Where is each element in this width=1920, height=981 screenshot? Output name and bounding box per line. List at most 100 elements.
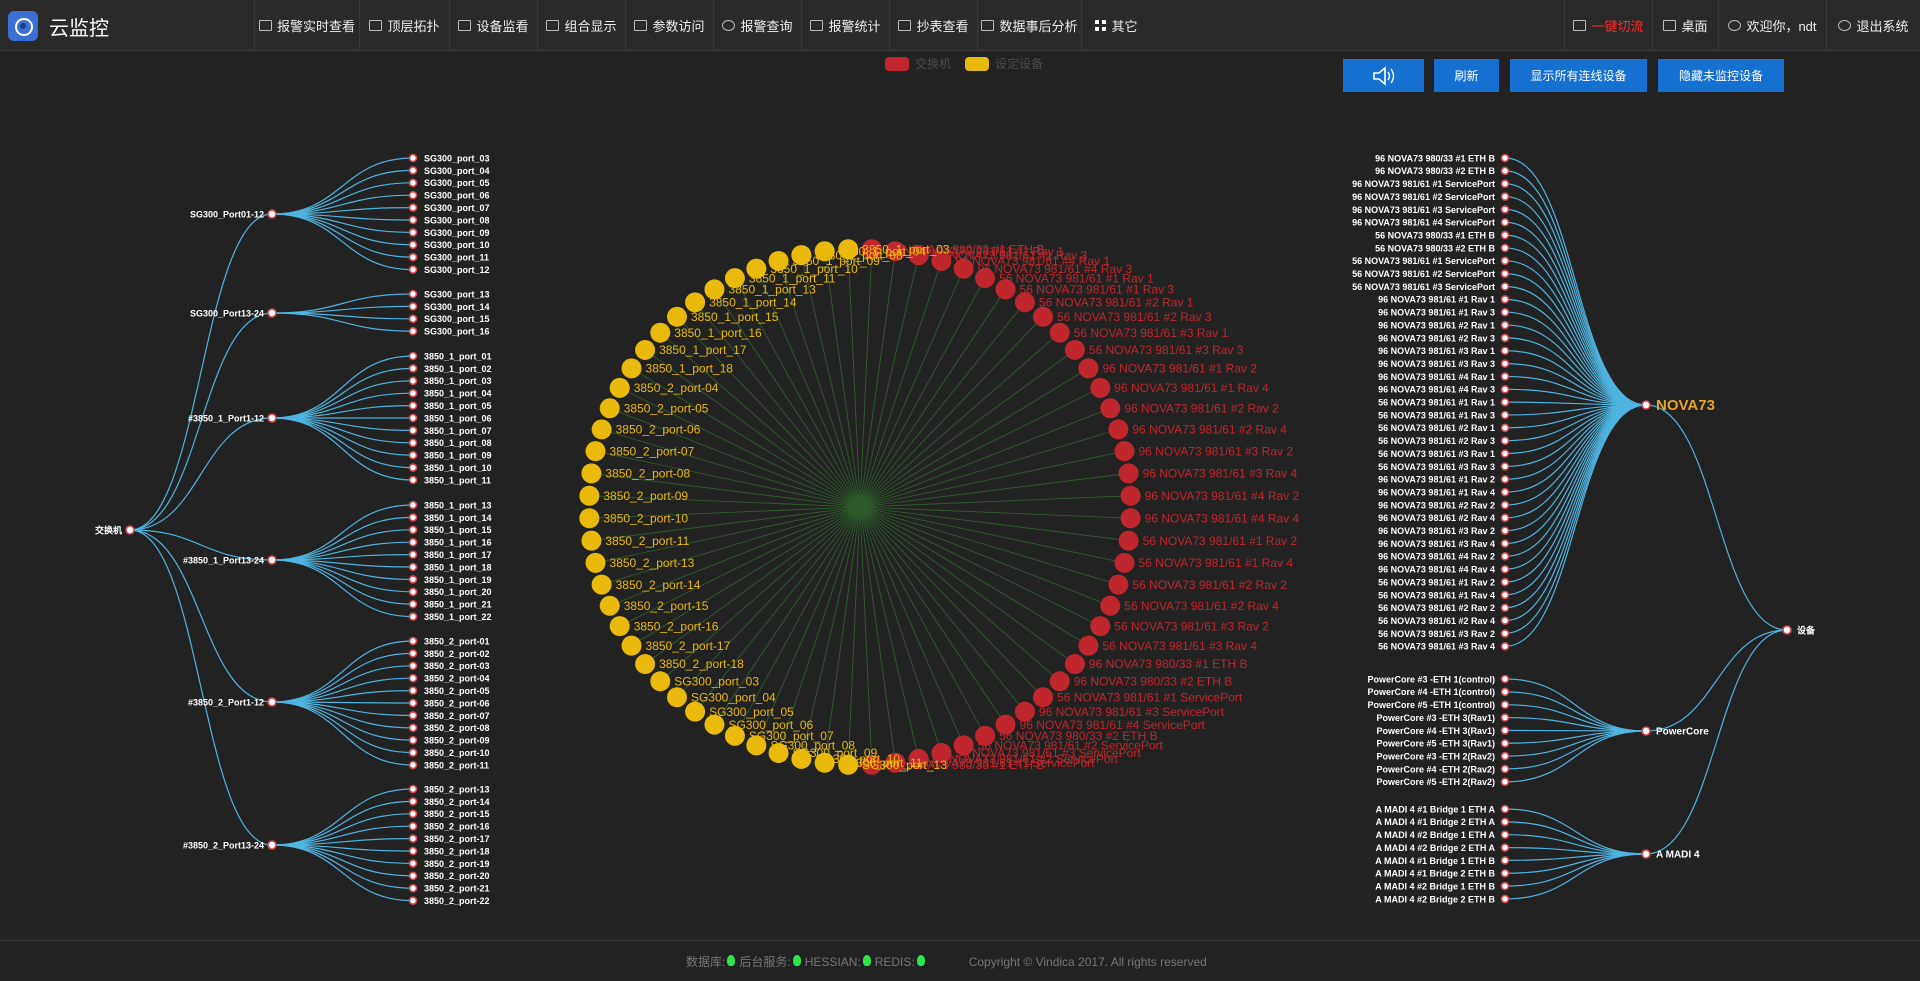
port-node[interactable]: [408, 166, 418, 175]
device-port-node[interactable]: [1500, 153, 1510, 163]
device-node[interactable]: [579, 508, 600, 529]
port-node[interactable]: [408, 599, 418, 609]
device-group-node[interactable]: [1641, 400, 1651, 410]
device-port-node[interactable]: [1500, 764, 1510, 774]
device-port-node[interactable]: [1500, 616, 1510, 625]
device-port-node[interactable]: [1500, 539, 1510, 548]
port-node[interactable]: [408, 203, 418, 212]
device-port-node[interactable]: [1500, 474, 1510, 484]
device-node[interactable]: [814, 241, 835, 262]
device-port-node[interactable]: [1500, 843, 1510, 852]
port-node[interactable]: [408, 575, 418, 584]
device-port-node[interactable]: [1500, 590, 1510, 600]
device-port-node[interactable]: [1500, 894, 1510, 904]
port-node[interactable]: [408, 289, 418, 299]
switch-node[interactable]: [1114, 552, 1135, 573]
port-node[interactable]: [408, 525, 418, 535]
port-node[interactable]: [408, 413, 418, 423]
device-port-node[interactable]: [1500, 881, 1510, 891]
device-node[interactable]: [621, 358, 642, 379]
device-port-node[interactable]: [1500, 603, 1510, 613]
device-port-node[interactable]: [1500, 320, 1510, 330]
switch-node[interactable]: [1114, 441, 1135, 462]
device-port-node[interactable]: [1500, 713, 1510, 722]
device-port-node[interactable]: [1500, 384, 1510, 394]
device-port-node[interactable]: [1500, 410, 1510, 420]
device-port-node[interactable]: [1500, 804, 1510, 814]
port-node[interactable]: [408, 326, 418, 336]
port-node[interactable]: [408, 550, 418, 559]
device-group-node[interactable]: [1641, 849, 1651, 859]
switch-node[interactable]: [1100, 398, 1121, 419]
device-port-node[interactable]: [1500, 526, 1510, 535]
port-node[interactable]: [408, 215, 418, 225]
device-port-node[interactable]: [1500, 462, 1510, 471]
device-port-node[interactable]: [1500, 372, 1510, 381]
port-node[interactable]: [408, 500, 418, 510]
device-port-node[interactable]: [1500, 513, 1510, 523]
device-port-node[interactable]: [1500, 868, 1510, 878]
device-port-node[interactable]: [1500, 295, 1510, 304]
port-node[interactable]: [408, 723, 418, 733]
port-node[interactable]: [408, 809, 418, 819]
switch-node[interactable]: [1049, 322, 1070, 343]
device-node[interactable]: [585, 441, 606, 462]
device-port-node[interactable]: [1500, 856, 1510, 865]
device-node[interactable]: [609, 616, 630, 637]
device-port-node[interactable]: [1500, 674, 1510, 684]
port-node[interactable]: [408, 896, 418, 905]
device-node[interactable]: [621, 635, 642, 656]
device-node[interactable]: [666, 687, 687, 708]
device-port-node[interactable]: [1500, 436, 1510, 446]
port-node[interactable]: [408, 797, 418, 806]
device-port-node[interactable]: [1500, 751, 1510, 761]
switch-node[interactable]: [1033, 306, 1054, 327]
device-port-node[interactable]: [1500, 217, 1510, 227]
group-node[interactable]: [267, 840, 277, 850]
port-node[interactable]: [408, 846, 418, 856]
device-node[interactable]: [704, 279, 725, 300]
port-node[interactable]: [408, 871, 418, 881]
device-port-node[interactable]: [1500, 359, 1510, 368]
device-port-node[interactable]: [1500, 333, 1510, 343]
device-node[interactable]: [650, 671, 671, 692]
root-node-device[interactable]: [1782, 625, 1792, 635]
port-node[interactable]: [408, 784, 418, 794]
device-port-node[interactable]: [1500, 830, 1510, 840]
device-group-node[interactable]: [1641, 726, 1651, 736]
device-node[interactable]: [838, 239, 859, 260]
device-port-node[interactable]: [1500, 282, 1510, 291]
device-port-node[interactable]: [1500, 449, 1510, 458]
switch-node[interactable]: [1078, 358, 1099, 379]
switch-node[interactable]: [953, 258, 974, 279]
device-node[interactable]: [635, 339, 656, 360]
device-node[interactable]: [579, 485, 600, 506]
device-node[interactable]: [635, 654, 656, 675]
port-node[interactable]: [408, 883, 418, 893]
switch-node[interactable]: [1090, 616, 1111, 637]
device-node[interactable]: [746, 258, 767, 279]
switch-node[interactable]: [1118, 463, 1139, 484]
device-node[interactable]: [609, 377, 630, 398]
port-node[interactable]: [408, 153, 418, 163]
device-port-node[interactable]: [1500, 230, 1510, 240]
port-node[interactable]: [408, 760, 418, 770]
port-node[interactable]: [408, 834, 418, 843]
device-node[interactable]: [791, 245, 812, 266]
port-node[interactable]: [408, 748, 418, 757]
switch-node[interactable]: [1049, 671, 1070, 692]
port-node[interactable]: [408, 401, 418, 410]
port-node[interactable]: [408, 252, 418, 262]
group-node[interactable]: [267, 308, 277, 318]
device-port-node[interactable]: [1500, 738, 1510, 748]
device-port-node[interactable]: [1500, 817, 1510, 827]
port-node[interactable]: [408, 612, 418, 621]
device-port-node[interactable]: [1500, 269, 1510, 278]
switch-node[interactable]: [1064, 654, 1085, 675]
group-node[interactable]: [267, 555, 277, 565]
port-node[interactable]: [408, 821, 418, 831]
port-node[interactable]: [408, 649, 418, 658]
device-port-node[interactable]: [1500, 243, 1510, 253]
port-node[interactable]: [408, 537, 418, 547]
port-node[interactable]: [408, 450, 418, 460]
